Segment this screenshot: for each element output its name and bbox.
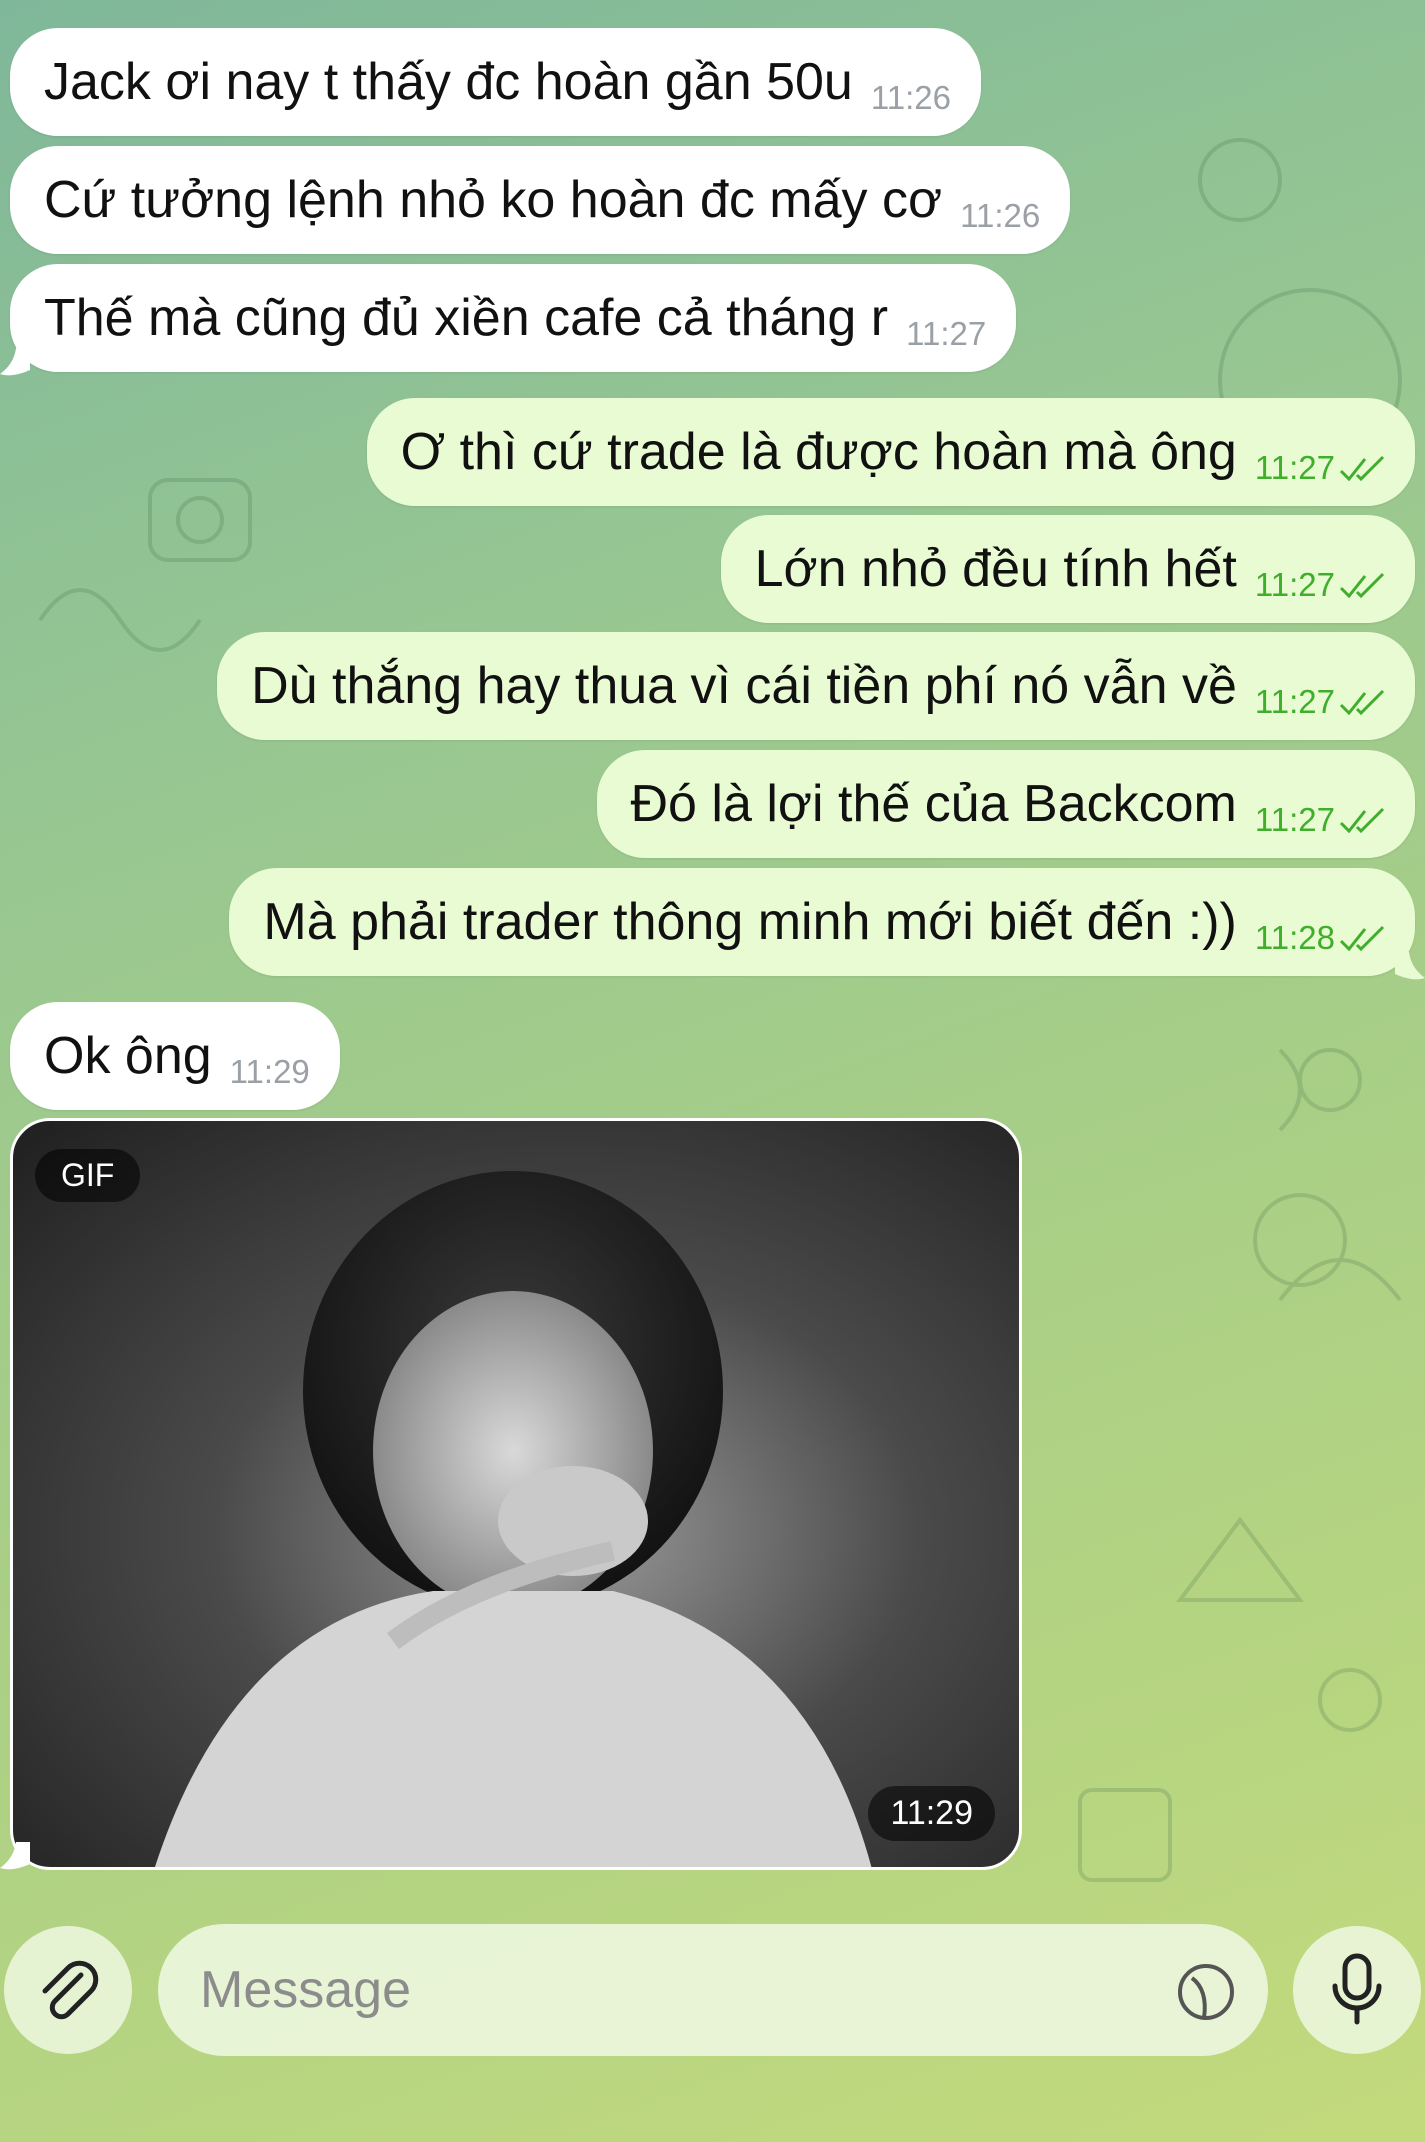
message-time: 11:27 (1255, 683, 1385, 721)
message-placeholder: Message (200, 1961, 411, 2019)
message-time: 11:26 (960, 197, 1041, 234)
message-text: Jack ơi nay t thấy đc hoàn gần 50u (44, 53, 853, 111)
outgoing-message-bubble[interactable]: Lớn nhỏ đều tính hết 11:27 (720, 515, 1415, 623)
gif-image (155, 1171, 872, 1867)
gif-message[interactable]: GIF 11:29 (10, 1118, 1022, 1870)
message-composer: Message (0, 1920, 1425, 2060)
outgoing-message-bubble[interactable]: Mà phải trader thông minh mới biết đến :… (229, 868, 1415, 976)
bubble-tail (1395, 952, 1425, 980)
read-checkmarks-icon (1339, 926, 1385, 952)
message-time: 11:26 (870, 79, 951, 116)
message-text: Lớn nhỏ đều tính hết (754, 540, 1237, 598)
read-checkmarks-icon (1339, 573, 1385, 599)
bubble-tail (0, 348, 30, 376)
incoming-message-bubble[interactable]: Thế mà cũng đủ xiền cafe cả tháng r 11:2… (10, 264, 1017, 372)
message-time: 11:29 (229, 1053, 310, 1090)
message-time: 11:27 (1255, 801, 1385, 839)
incoming-message-bubble[interactable]: Jack ơi nay t thấy đc hoàn gần 50u 11:26 (10, 28, 981, 136)
message-text: Ok ông (44, 1027, 212, 1085)
outgoing-message-bubble[interactable]: Đó là lợi thế của Backcom 11:27 (596, 750, 1415, 858)
read-checkmarks-icon (1339, 456, 1385, 482)
message-text: Dù thắng hay thua vì cái tiền phí nó vẫn… (251, 657, 1237, 715)
read-checkmarks-icon (1339, 690, 1385, 716)
message-time: 11:27 (906, 315, 987, 352)
paperclip-icon (42, 1960, 99, 2020)
message-text: Ơ thì cứ trade là được hoàn mà ông (400, 423, 1237, 481)
gif-badge: GIF (35, 1149, 141, 1202)
read-checkmarks-icon (1339, 808, 1385, 834)
bubble-tail (0, 1842, 30, 1870)
message-time: 11:29 (868, 1786, 995, 1841)
message-text: Mà phải trader thông minh mới biết đến :… (263, 893, 1237, 951)
message-text: Cứ tưởng lệnh nhỏ ko hoàn đc mấy cơ (44, 171, 943, 229)
message-text: Thế mà cũng đủ xiền cafe cả tháng r (44, 289, 889, 347)
outgoing-message-bubble[interactable]: Dù thắng hay thua vì cái tiền phí nó vẫn… (217, 632, 1415, 740)
attach-button[interactable] (4, 1926, 132, 2054)
sticker-icon[interactable] (1174, 1960, 1238, 2024)
message-input[interactable]: Message (158, 1924, 1268, 2056)
incoming-message-bubble[interactable]: Cứ tưởng lệnh nhỏ ko hoàn đc mấy cơ 11:2… (10, 146, 1071, 254)
message-time: 11:27 (1255, 449, 1385, 487)
message-time: 11:28 (1255, 919, 1385, 957)
outgoing-message-bubble[interactable]: Ơ thì cứ trade là được hoàn mà ông 11:27 (366, 398, 1415, 506)
message-text: Đó là lợi thế của Backcom (630, 775, 1237, 833)
microphone-button[interactable] (1293, 1926, 1421, 2054)
message-time: 11:27 (1255, 566, 1385, 604)
incoming-message-bubble[interactable]: Ok ông 11:29 (10, 1002, 340, 1110)
microphone-icon (1332, 1953, 1382, 2025)
